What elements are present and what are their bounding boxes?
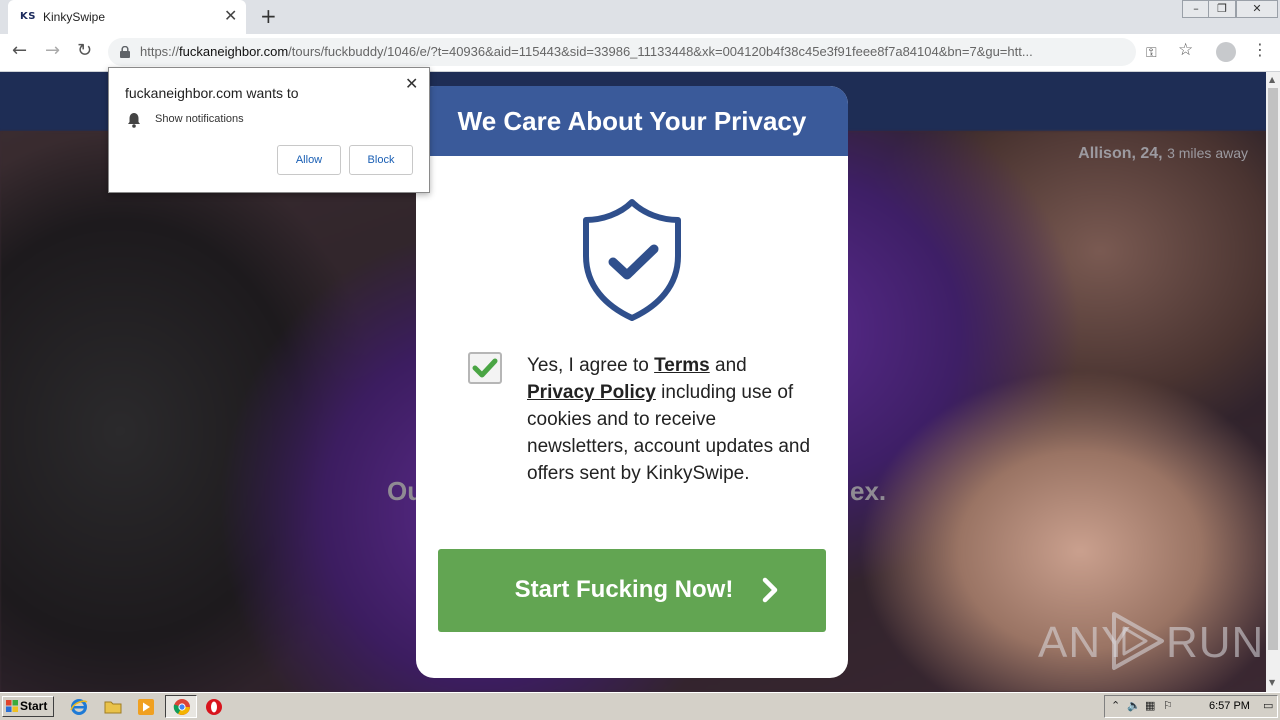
tab-kinkyswipe[interactable]: KS KinkySwipe ✕: [8, 0, 246, 34]
start-now-button[interactable]: Start Fucking Now!: [438, 549, 826, 632]
action-center-flag-icon[interactable]: ⚐: [1163, 699, 1173, 712]
terms-link[interactable]: Terms: [654, 355, 710, 376]
page-scrollbar[interactable]: ▲ ▼: [1266, 72, 1280, 692]
url-host: fuckaneighbor.com: [179, 44, 289, 59]
close-window-button[interactable]: ✕: [1236, 0, 1278, 18]
tab-close-icon[interactable]: ✕: [224, 8, 237, 24]
scroll-thumb[interactable]: [1268, 88, 1278, 650]
profile-avatar[interactable]: [1216, 42, 1236, 62]
start-button[interactable]: Start: [2, 696, 54, 717]
url-path: /tours/fuckbuddy/1046/e/?t=40936&aid=115…: [288, 44, 1033, 59]
windows-logo-icon: [6, 700, 18, 712]
tray-expand-icon[interactable]: ⌃: [1111, 699, 1120, 712]
modal-header: We Care About Your Privacy: [416, 86, 848, 156]
modal-title: We Care About Your Privacy: [457, 106, 807, 136]
address-bar[interactable]: https://fuckaneighbor.com/tours/fuckbudd…: [108, 38, 1157, 66]
back-icon[interactable]: ←: [12, 41, 27, 61]
reload-icon[interactable]: ↻: [77, 41, 92, 61]
lock-icon[interactable]: [120, 46, 130, 58]
privacy-policy-link[interactable]: Privacy Policy: [527, 382, 656, 403]
restore-window-button[interactable]: ❐: [1208, 0, 1236, 18]
cta-label: Start Fucking Now!: [514, 576, 734, 603]
tab-title: KinkySwipe: [43, 10, 106, 24]
consent-text: Yes, I agree to Terms and Privacy Policy…: [527, 352, 817, 487]
minimize-window-button[interactable]: –: [1182, 0, 1210, 18]
windows-taskbar: Start ⌃ 🔈 ▦ ⚐ 6:57 PM ▭: [0, 692, 1280, 720]
notification-permission-prompt: fuckaneighbor.com wants to ✕ Show notifi…: [108, 67, 430, 193]
profile-caption: Allison, 24, 3 miles away: [1078, 145, 1248, 163]
menu-icon[interactable]: ⋮: [1252, 40, 1268, 59]
url-scheme: https://: [140, 44, 180, 59]
block-button[interactable]: Block: [349, 145, 413, 175]
volume-icon[interactable]: 🔈: [1127, 699, 1141, 712]
play-logo-icon: [1112, 612, 1164, 670]
new-tab-button[interactable]: +: [260, 6, 277, 26]
profile-distance: 3 miles away: [1167, 145, 1248, 161]
url-text[interactable]: https://fuckaneighbor.com/tours/fuckbudd…: [140, 44, 1100, 59]
media-player-icon[interactable]: [137, 698, 155, 716]
chevron-right-icon: [762, 577, 778, 603]
consent-mid: and: [709, 355, 747, 376]
profile-name: Allison, 24,: [1078, 145, 1163, 162]
show-desktop-icon[interactable]: ▭: [1263, 699, 1273, 712]
consent-checkbox[interactable]: [468, 352, 502, 384]
bell-icon: [128, 113, 140, 128]
consent-prefix: Yes, I agree to: [527, 355, 655, 376]
star-icon[interactable]: ☆: [1178, 40, 1193, 60]
site-favicon-icon: KS: [20, 11, 36, 22]
forward-icon[interactable]: →: [45, 41, 60, 61]
browser-tab-strip: KS KinkySwipe ✕ + – ❐ ✕: [0, 0, 1280, 34]
anyrun-watermark: ANY RUN: [1038, 608, 1263, 672]
system-tray: ⌃ 🔈 ▦ ⚐ 6:57 PM ▭: [1104, 695, 1278, 718]
opera-icon[interactable]: [205, 698, 223, 716]
shield-check-icon: [583, 199, 681, 321]
privacy-modal: We Care About Your Privacy Yes, I agree …: [416, 86, 848, 678]
checkmark-icon: [472, 358, 498, 378]
folder-icon[interactable]: [104, 698, 122, 716]
prompt-permission: Show notifications: [155, 113, 244, 125]
prompt-close-icon[interactable]: ✕: [405, 74, 418, 93]
clock[interactable]: 6:57 PM: [1209, 700, 1250, 712]
ie-icon[interactable]: [70, 698, 88, 716]
allow-button[interactable]: Allow: [277, 145, 341, 175]
watermark-right: RUN: [1166, 618, 1265, 667]
scroll-up-arrow-icon[interactable]: ▲: [1269, 75, 1275, 84]
chrome-taskbar-button[interactable]: [165, 695, 197, 718]
headline-right-fragment: ex.: [850, 476, 887, 506]
prompt-title: fuckaneighbor.com wants to: [125, 85, 299, 101]
network-icon[interactable]: ▦: [1145, 699, 1155, 712]
chrome-icon: [173, 699, 190, 715]
scroll-down-arrow-icon[interactable]: ▼: [1269, 678, 1275, 687]
start-label: Start: [20, 699, 48, 713]
key-icon[interactable]: ⚿: [1146, 45, 1157, 61]
